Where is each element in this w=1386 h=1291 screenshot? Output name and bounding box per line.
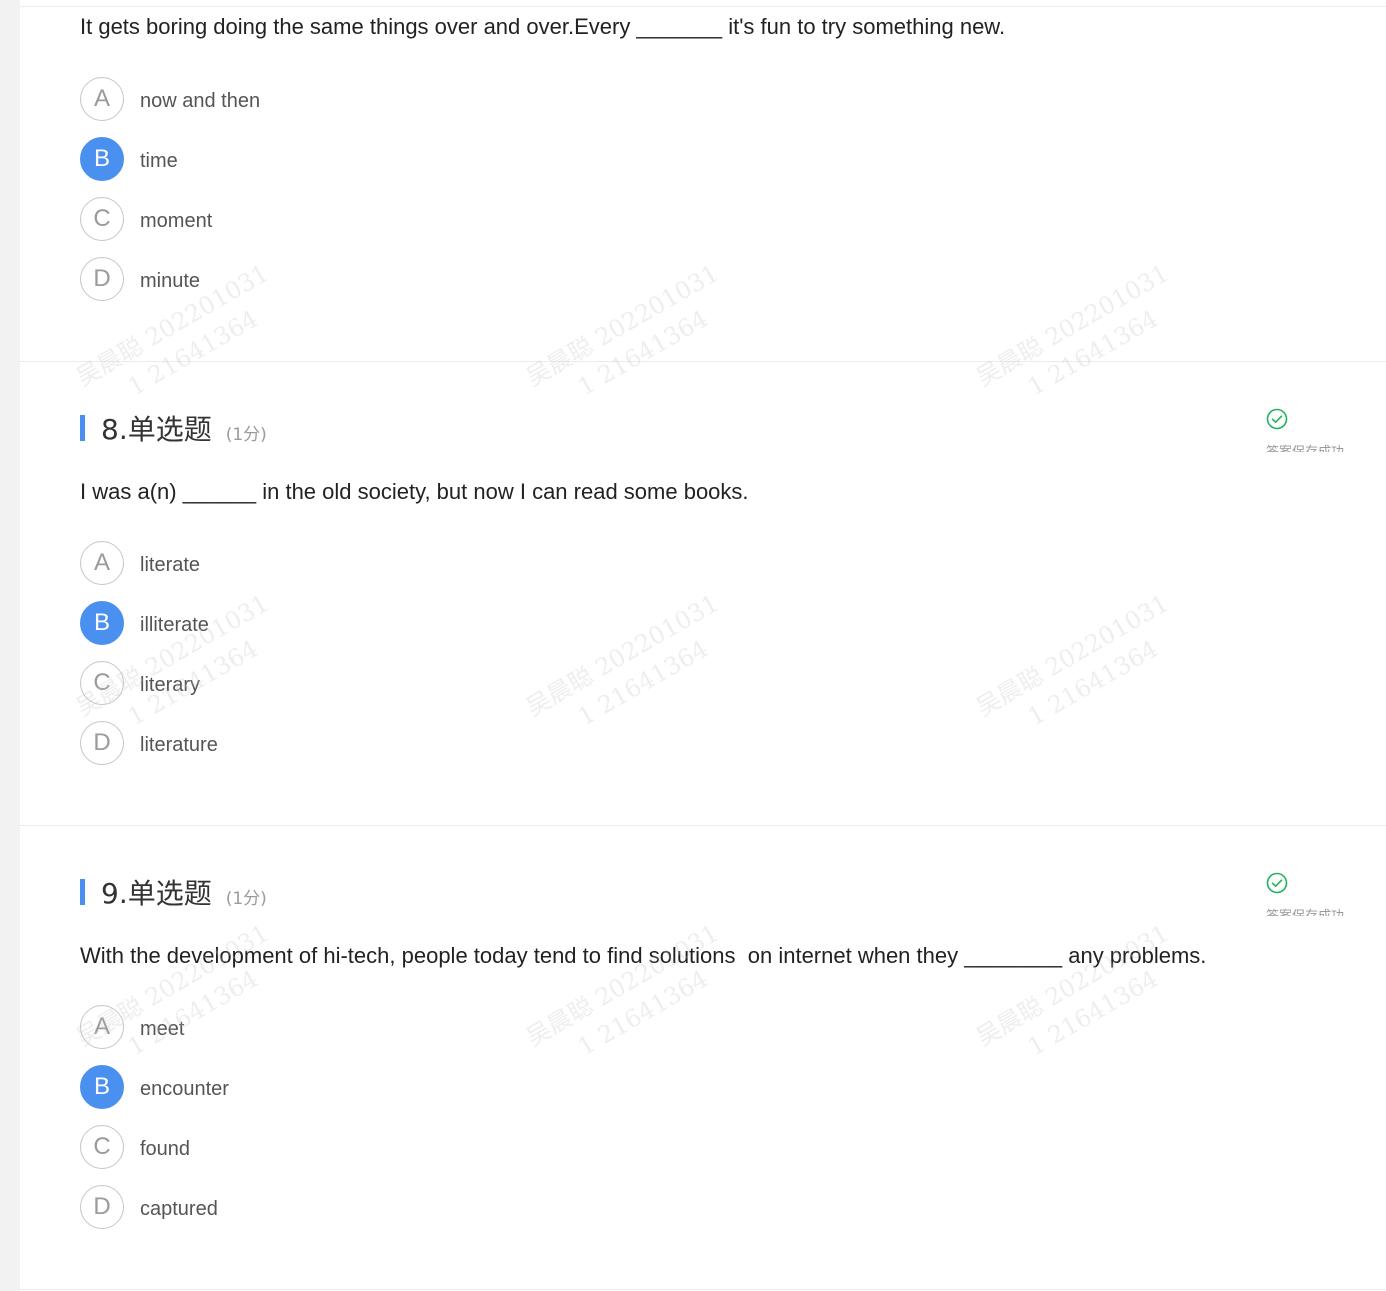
option-label: literature xyxy=(140,733,218,756)
option-label: moment xyxy=(140,209,213,232)
question-title: 9.单选题 xyxy=(101,877,212,910)
question-text: It gets boring doing the same things ove… xyxy=(80,14,1006,39)
accent-bar xyxy=(80,879,85,905)
option-letter: A xyxy=(80,541,124,585)
option-letter: D xyxy=(80,721,124,765)
option-d[interactable]: D captured xyxy=(80,1184,229,1230)
option-letter: A xyxy=(80,1005,124,1049)
option-letter: D xyxy=(80,1185,124,1229)
option-b[interactable]: B time xyxy=(80,136,260,182)
question-8: 8.单选题 (1分) 答案保存成功 I was a(n) ______ in t… xyxy=(20,362,1386,826)
question-text: I was a(n) ______ in the old society, bu… xyxy=(80,479,749,504)
option-a[interactable]: A meet xyxy=(80,1004,229,1050)
question-score: (1分) xyxy=(225,888,267,909)
save-status-text: 答案保存成功 xyxy=(1266,441,1344,452)
question-9: 9.单选题 (1分) 答案保存成功 With the development o… xyxy=(20,826,1386,1290)
save-status: 答案保存成功 xyxy=(1266,408,1386,452)
option-letter: B xyxy=(80,601,124,645)
option-letter: D xyxy=(80,257,124,301)
question-text: With the development of hi-tech, people … xyxy=(80,943,1207,968)
option-label: literate xyxy=(140,553,201,576)
question-score: (1分) xyxy=(225,424,267,445)
option-c[interactable]: C moment xyxy=(80,196,260,242)
option-a[interactable]: A now and then xyxy=(80,76,260,122)
option-label: found xyxy=(140,1137,191,1160)
option-label: encounter xyxy=(140,1077,229,1100)
option-b[interactable]: B illiterate xyxy=(80,600,218,646)
option-list: A literate B illiterate C literary D lit… xyxy=(80,540,218,780)
option-label: now and then xyxy=(140,89,261,112)
option-letter: C xyxy=(80,197,124,241)
option-letter: C xyxy=(80,1125,124,1169)
option-a[interactable]: A literate xyxy=(80,540,218,586)
option-list: A now and then B time C moment D minute xyxy=(80,76,260,316)
option-c[interactable]: C literary xyxy=(80,660,218,706)
option-letter: B xyxy=(80,137,124,181)
accent-bar xyxy=(80,415,85,441)
option-b[interactable]: B encounter xyxy=(80,1064,229,1110)
option-label: literary xyxy=(140,673,201,696)
save-status-text: 答案保存成功 xyxy=(1266,905,1344,916)
option-c[interactable]: C found xyxy=(80,1124,229,1170)
check-circle-icon xyxy=(1266,408,1288,430)
save-status: 答案保存成功 xyxy=(1266,872,1386,916)
option-label: time xyxy=(140,149,178,172)
option-letter: A xyxy=(80,77,124,121)
option-list: A meet B encounter C found D captured xyxy=(80,1004,229,1244)
question-header: 8.单选题 (1分) xyxy=(80,412,267,446)
option-letter: C xyxy=(80,661,124,705)
option-d[interactable]: D minute xyxy=(80,256,260,302)
option-label: captured xyxy=(140,1197,218,1220)
option-label: illiterate xyxy=(140,613,209,636)
exam-page: It gets boring doing the same things ove… xyxy=(20,0,1386,1291)
option-d[interactable]: D literature xyxy=(80,720,218,766)
question-7: It gets boring doing the same things ove… xyxy=(20,0,1386,362)
option-label: meet xyxy=(140,1017,185,1040)
check-circle-icon xyxy=(1266,872,1288,894)
question-header: 9.单选题 (1分) xyxy=(80,876,267,910)
option-letter: B xyxy=(80,1065,124,1109)
option-label: minute xyxy=(140,269,201,292)
question-title: 8.单选题 xyxy=(101,413,212,446)
